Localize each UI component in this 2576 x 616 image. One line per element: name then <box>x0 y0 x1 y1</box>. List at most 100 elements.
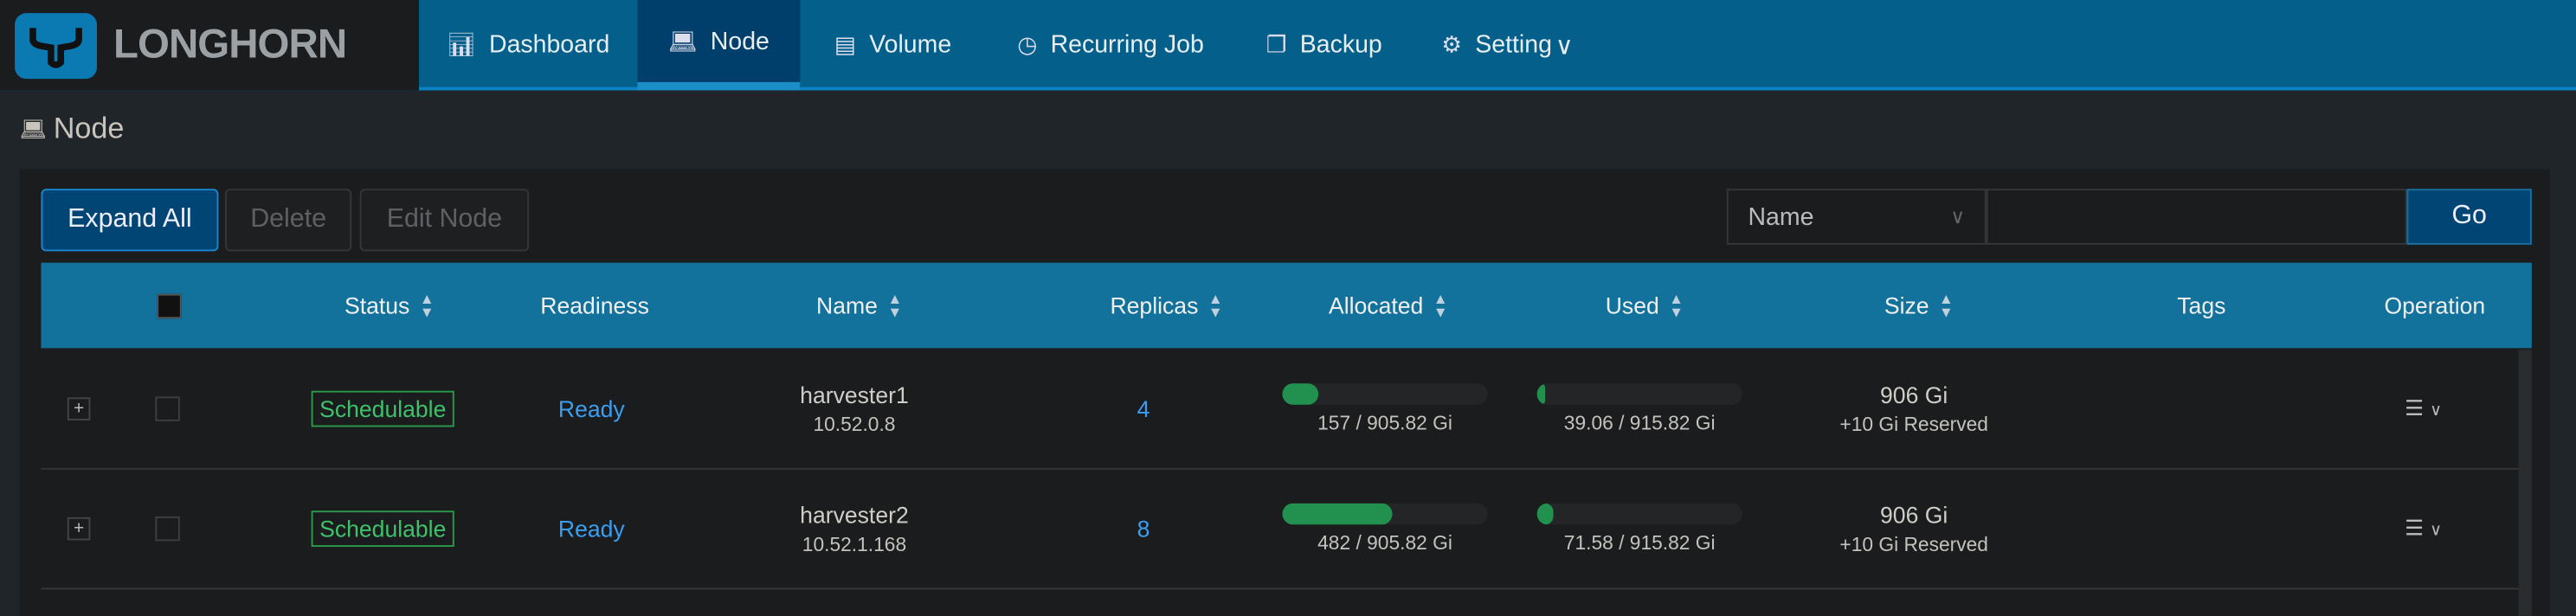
laptop-icon: 💻︎ <box>19 115 48 141</box>
nav-label: Node <box>710 27 770 55</box>
header-status[interactable]: Status ▲ ▼ <box>345 263 435 349</box>
status-badge: Schedulable <box>311 390 454 427</box>
scrollbar[interactable] <box>2518 350 2532 616</box>
gear-icon: ⚙ <box>1441 31 1463 58</box>
nav-label: Backup <box>1299 31 1382 60</box>
header-label: Replicas <box>1110 292 1199 319</box>
replicas-link[interactable]: 4 <box>1137 395 1150 421</box>
size-value: 906 Gi <box>1880 382 1948 408</box>
header-name[interactable]: Name ▲ ▼ <box>816 263 902 349</box>
node-ip: 10.52.0.8 <box>813 413 896 436</box>
used-cell: 71.58 / 915.82 Gi <box>1536 503 1742 555</box>
go-button[interactable]: Go <box>2406 189 2532 245</box>
copy-icon: ❐ <box>1265 31 1287 58</box>
logo[interactable]: LONGHORN <box>0 0 419 91</box>
operation-menu-button[interactable]: ☰ ∨ <box>2405 395 2442 421</box>
operation-menu-button[interactable]: ☰ ∨ <box>2405 516 2442 542</box>
chevron-down-icon: ∨ <box>1555 32 1574 61</box>
search-input[interactable] <box>1986 189 2407 245</box>
expand-all-button[interactable]: Expand All <box>41 189 219 252</box>
nav-label: Setting <box>1475 31 1552 60</box>
reserved-value: +10 Gi Reserved <box>1839 413 1988 436</box>
nav-node[interactable]: 💻︎ Node <box>637 0 801 91</box>
node-ip: 10.52.1.168 <box>802 532 907 556</box>
nav-label: Recurring Job <box>1050 31 1204 60</box>
header-label: Name <box>816 292 878 319</box>
header-label: Used <box>1605 292 1659 319</box>
replicas-link[interactable]: 8 <box>1137 516 1150 542</box>
status-badge: Schedulable <box>311 510 454 548</box>
nav-backup[interactable]: ❐ Backup <box>1235 0 1413 90</box>
header-tags: Tags <box>2177 263 2225 349</box>
search-field-select[interactable]: Name ∨ <box>1726 189 1987 245</box>
header-label: Size <box>1884 292 1929 319</box>
size-cell: 906 Gi +10 Gi Reserved <box>1839 382 1988 436</box>
expand-row-button[interactable]: + <box>67 517 91 541</box>
reserved-value: +10 Gi Reserved <box>1839 532 1988 556</box>
header-replicas[interactable]: Replicas ▲ ▼ <box>1110 263 1222 349</box>
readiness-status: Ready <box>557 515 625 542</box>
sort-icon: ▲ ▼ <box>1938 290 1954 321</box>
chevron-down-icon: ∨ <box>2430 402 2443 420</box>
longhorn-app: LONGHORN 📊︎ Dashboard 💻︎ Node ▤ Volume ◷ Rec… <box>0 0 2576 616</box>
allocated-progress-bar <box>1282 503 1488 525</box>
table-row: + Schedulable Ready harvester1 10.52.0.8 … <box>41 350 2519 470</box>
nav-recurring-job[interactable]: ◷ Recurring Job <box>986 0 1235 90</box>
select-all-checkbox[interactable] <box>157 263 182 349</box>
header-allocated[interactable]: Allocated ▲ ▼ <box>1329 263 1448 349</box>
used-progress-bar <box>1536 383 1742 405</box>
chevron-down-icon: ∨ <box>1950 205 1966 228</box>
nav-label: Dashboard <box>489 31 610 60</box>
used-progress-bar <box>1536 503 1742 525</box>
readiness-status: Ready <box>557 395 625 422</box>
page-title: 💻︎ Node <box>20 112 125 146</box>
list-icon: ☰ <box>2405 515 2425 541</box>
header-readiness: Readiness <box>540 263 649 349</box>
used-text: 71.58 / 915.82 Gi <box>1563 531 1716 555</box>
chart-icon: 📊︎ <box>447 31 476 58</box>
header-operation: Operation <box>2384 263 2485 349</box>
nav-setting[interactable]: ⚙ Setting ∨ <box>1413 0 1601 90</box>
table-row: + Schedulable Ready harvester2 10.52.1.16… <box>41 469 2519 590</box>
list-icon: ☰ <box>2405 395 2425 420</box>
sort-icon: ▲ ▼ <box>419 290 435 321</box>
node-name: harvester2 <box>800 501 909 529</box>
header-size[interactable]: Size ▲ ▼ <box>1884 263 1954 349</box>
nav-volume[interactable]: ▤ Volume <box>800 0 985 90</box>
clock-icon: ◷ <box>1017 31 1038 58</box>
header-label: Allocated <box>1328 292 1424 319</box>
expand-row-button[interactable]: + <box>67 397 91 420</box>
brand-name: LONGHORN <box>113 21 347 67</box>
edit-node-button[interactable]: Edit Node <box>359 189 530 252</box>
used-cell: 39.06 / 915.82 Gi <box>1536 383 1742 435</box>
search-field-value: Name <box>1748 202 1814 231</box>
node-name-cell: harvester1 10.52.0.8 <box>800 382 909 436</box>
node-name-cell: harvester2 10.52.1.168 <box>800 502 909 556</box>
used-text: 39.06 / 915.82 Gi <box>1563 411 1716 435</box>
delete-button[interactable]: Delete <box>225 189 352 252</box>
allocated-text: 157 / 905.82 Gi <box>1317 411 1452 435</box>
longhorn-logo-icon <box>15 12 97 79</box>
allocated-progress-bar <box>1282 383 1488 405</box>
allocated-text: 482 / 905.82 Gi <box>1317 531 1452 555</box>
node-name: harvester1 <box>800 382 909 408</box>
allocated-cell: 482 / 905.82 Gi <box>1282 503 1488 555</box>
sort-icon: ▲ ▼ <box>1208 290 1223 321</box>
server-icon: ▤ <box>834 31 857 58</box>
nav-dashboard[interactable]: 📊︎ Dashboard <box>419 0 637 90</box>
header-label: Tags <box>2177 292 2226 319</box>
nav-label: Volume <box>869 31 952 60</box>
header-label: Status <box>344 292 410 319</box>
sort-icon: ▲ ▼ <box>887 290 903 321</box>
sort-icon: ▲ ▼ <box>1669 290 1684 321</box>
row-checkbox[interactable] <box>155 396 180 421</box>
sort-icon: ▲ ▼ <box>1433 290 1448 321</box>
header-used[interactable]: Used ▲ ▼ <box>1606 263 1684 349</box>
row-checkbox[interactable] <box>155 516 180 542</box>
header-label: Readiness <box>540 292 649 319</box>
size-cell: 906 Gi +10 Gi Reserved <box>1839 502 1988 556</box>
header-label: Operation <box>2384 292 2486 319</box>
page-title-text: Node <box>53 112 125 145</box>
table-header: Status ▲ ▼ Readiness Name ▲ ▼ Replicas ▲ ▼ All… <box>41 262 2532 349</box>
laptop-icon: 💻︎ <box>667 27 698 54</box>
